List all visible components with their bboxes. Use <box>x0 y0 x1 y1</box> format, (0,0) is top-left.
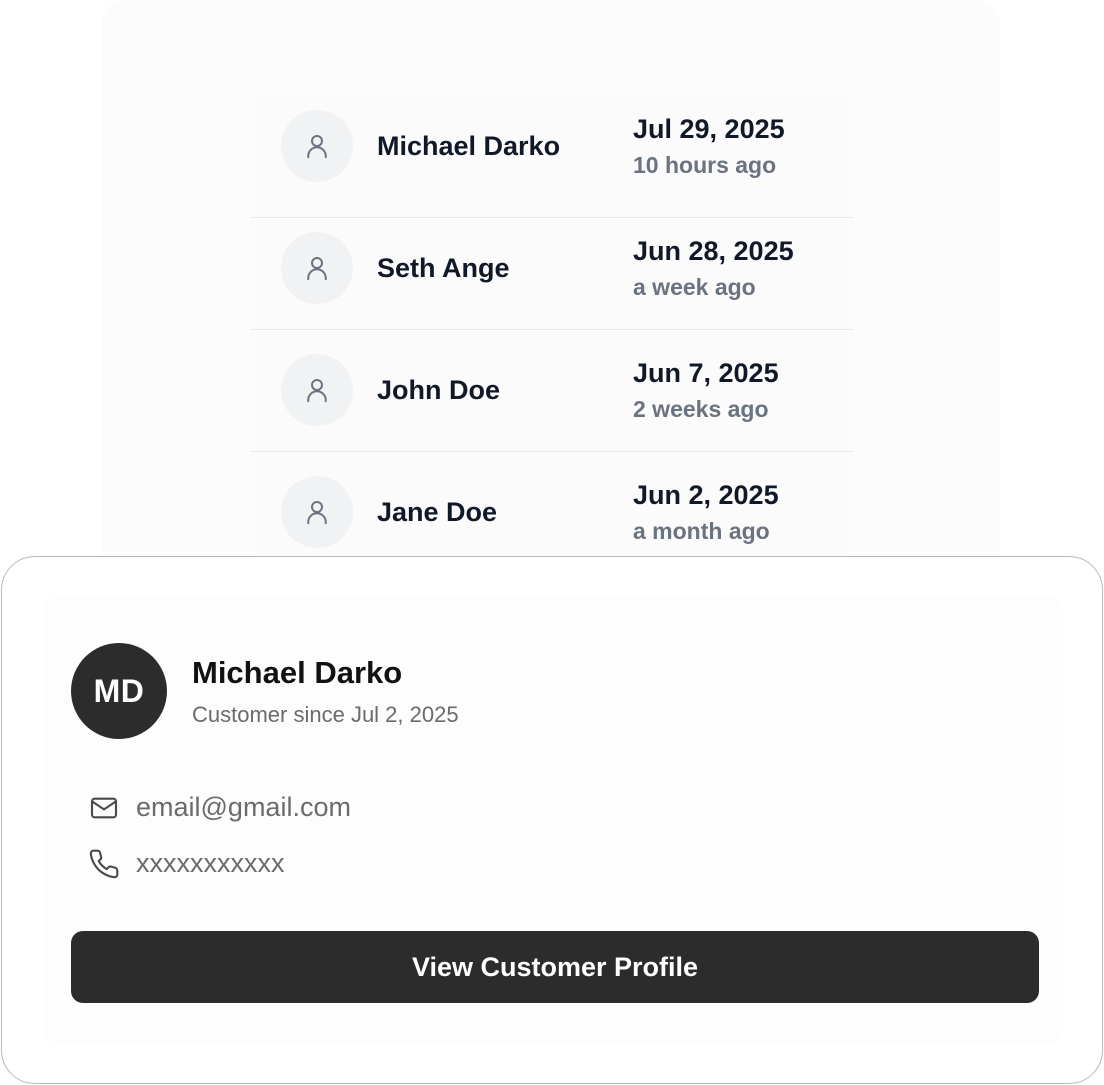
customer-relative-time: 2 weeks ago <box>633 396 769 422</box>
customer-date: Jun 2, 2025 <box>633 480 779 510</box>
customer-name: Seth Ange <box>377 253 510 283</box>
user-icon <box>307 257 327 281</box>
customer-phone[interactable]: xxxxxxxxxxx <box>136 848 285 879</box>
user-icon <box>307 135 327 159</box>
customer-row[interactable]: John Doe Jun 7, 2025 2 weeks ago <box>251 330 853 452</box>
user-avatar <box>281 110 353 182</box>
customer-since-text: Customer since Jul 2, 2025 <box>192 702 459 727</box>
mail-icon <box>90 797 118 819</box>
customer-profile-card: MD Michael Darko Customer since Jul 2, 2… <box>1 556 1103 1084</box>
customer-relative-time: 10 hours ago <box>633 152 777 178</box>
customer-avatar-initials: MD <box>71 643 167 739</box>
user-icon <box>307 379 327 403</box>
user-avatar <box>281 354 353 426</box>
customer-name: Michael Darko <box>377 131 561 161</box>
view-customer-profile-button[interactable]: View Customer Profile <box>71 931 1039 1003</box>
customer-email[interactable]: email@gmail.com <box>136 792 351 823</box>
customer-row[interactable]: Seth Ange Jun 28, 2025 a week ago <box>251 208 853 330</box>
user-icon <box>307 501 327 525</box>
customer-relative-time: a month ago <box>633 518 770 544</box>
customer-row[interactable]: Michael Darko Jul 29, 2025 10 hours ago <box>251 96 853 218</box>
recent-customers-list: Michael Darko Jul 29, 2025 10 hours ago … <box>251 96 853 566</box>
user-avatar <box>281 476 353 548</box>
customer-name: Jane Doe <box>377 497 498 527</box>
user-avatar <box>281 232 353 304</box>
customer-name-heading: Michael Darko <box>192 655 403 690</box>
customer-date: Jun 28, 2025 <box>633 236 794 266</box>
customer-name: John Doe <box>377 375 501 405</box>
customer-date: Jul 29, 2025 <box>633 114 785 144</box>
phone-icon <box>89 849 119 879</box>
customer-relative-time: a week ago <box>633 274 756 300</box>
customer-date: Jun 7, 2025 <box>633 358 779 388</box>
